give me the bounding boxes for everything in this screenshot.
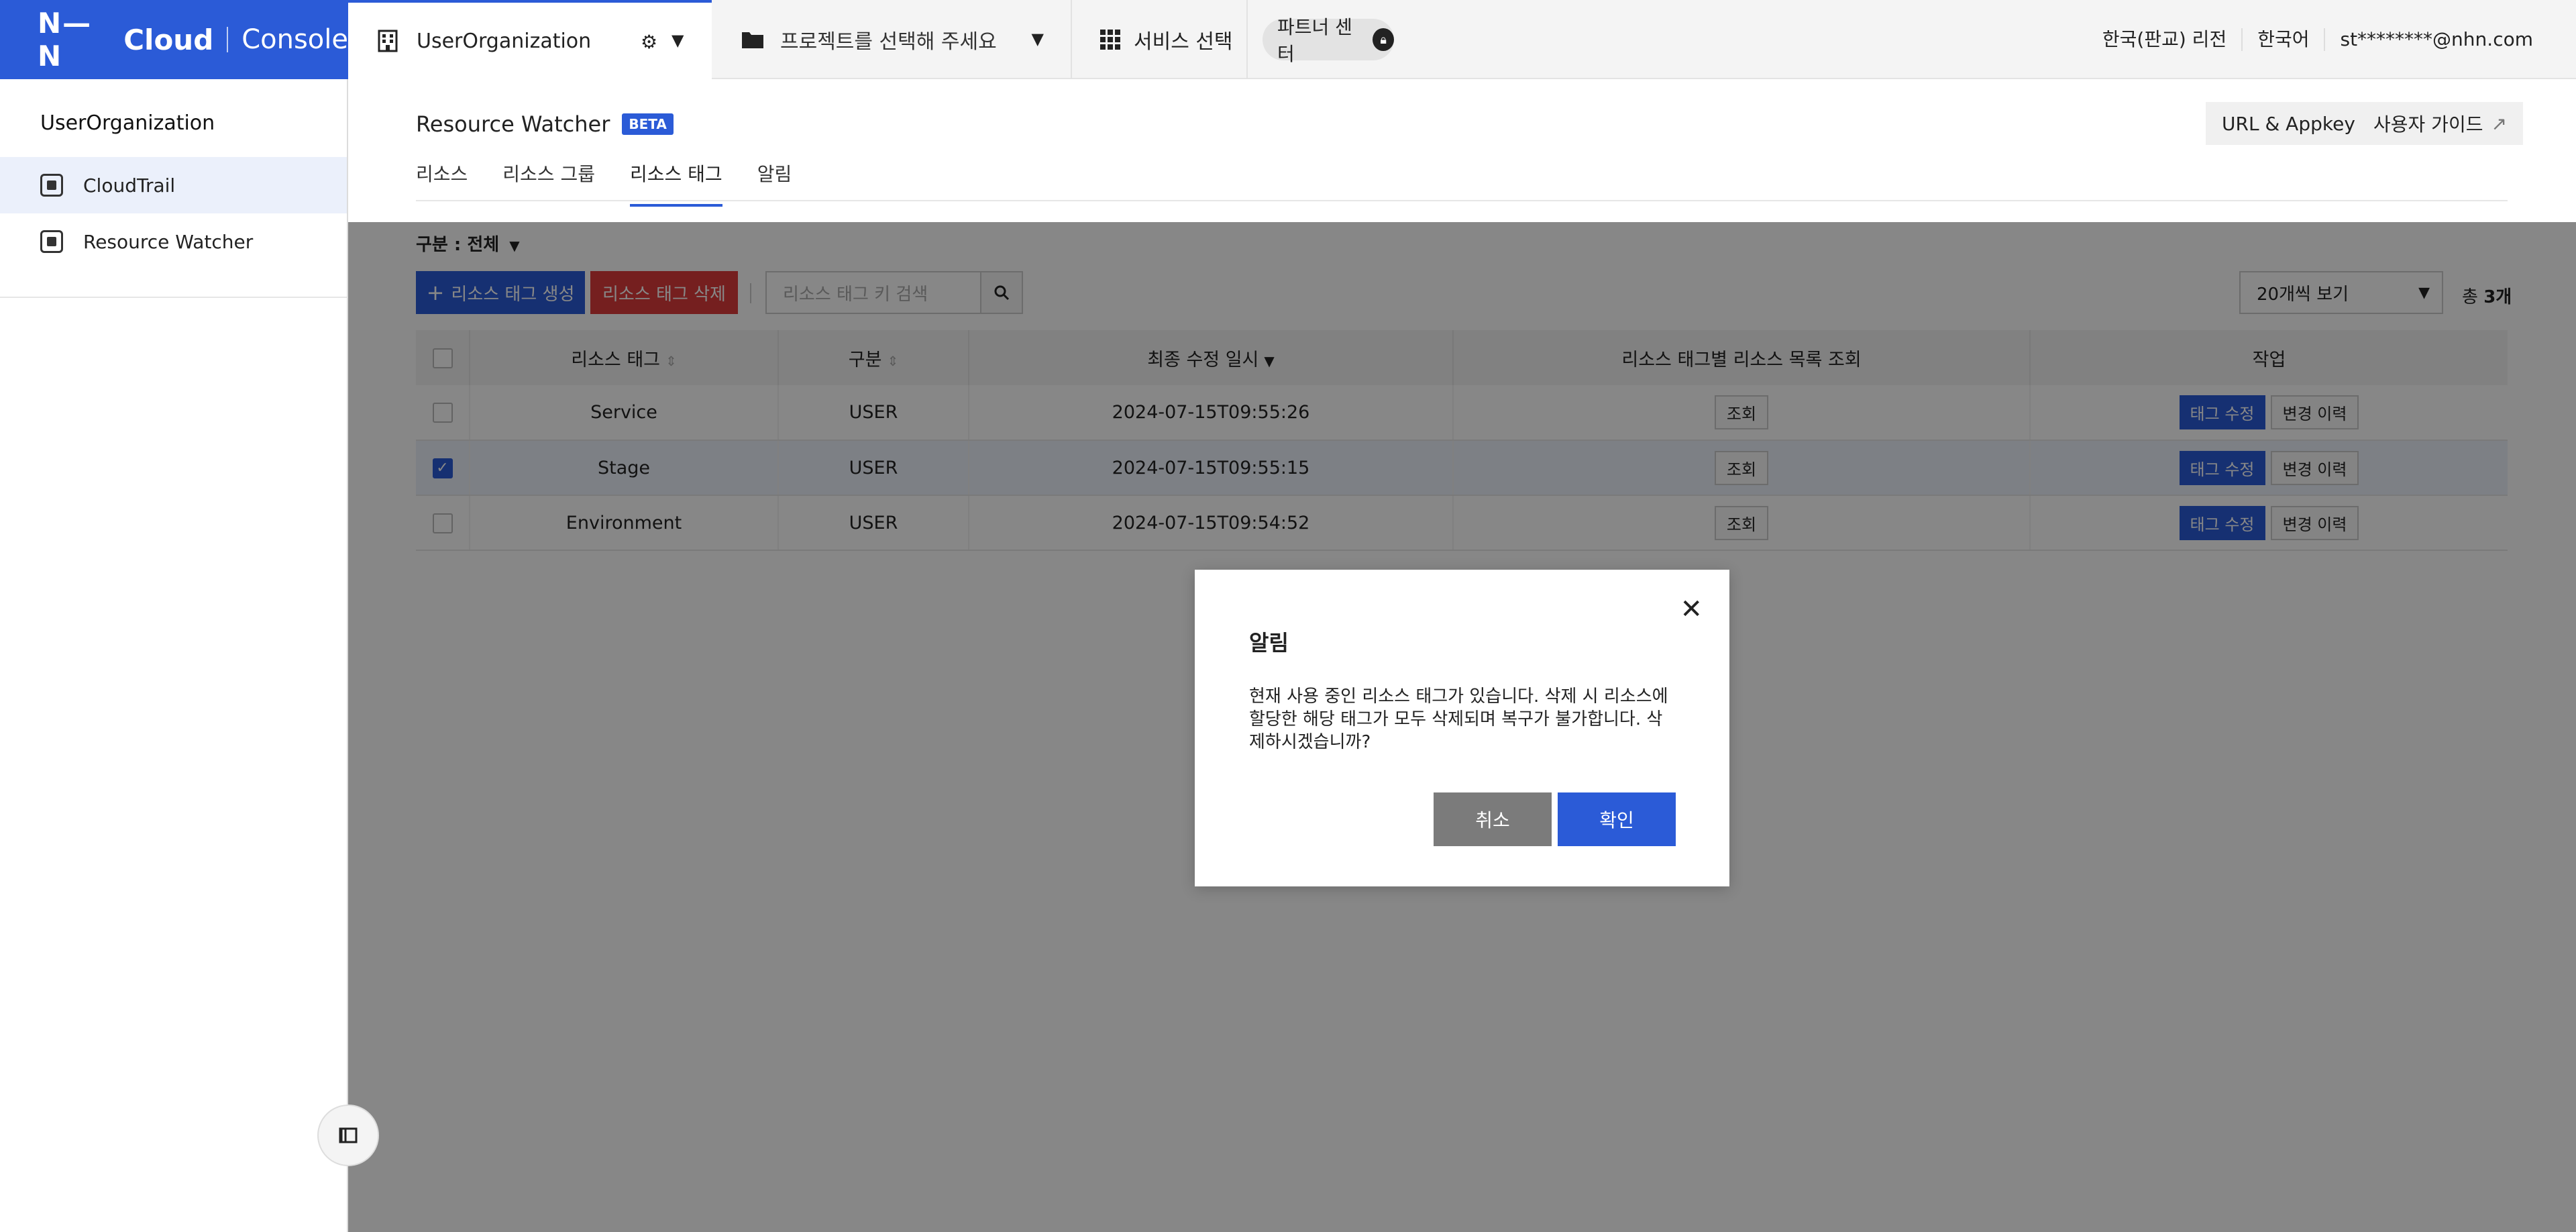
language-selector[interactable]: 한국어 — [2241, 28, 2324, 51]
folder-icon — [742, 32, 763, 48]
close-icon[interactable]: ✕ — [1680, 594, 1703, 625]
top-right-menu: 한국(판교) 리전 한국어 st********@nhn.com — [2088, 0, 2548, 79]
sidebar-item-resource-watcher[interactable]: Resource Watcher — [0, 213, 347, 270]
account-menu[interactable]: st********@nhn.com — [2324, 28, 2548, 51]
tabs-divider — [416, 200, 2508, 201]
grid-icon — [1100, 30, 1120, 50]
organization-name: UserOrganization — [417, 29, 592, 53]
sidebar-divider — [0, 297, 347, 298]
logo-console-text: Console — [241, 24, 348, 55]
project-placeholder: 프로젝트를 선택해 주세요 — [780, 30, 997, 54]
page-title-text: Resource Watcher — [416, 111, 610, 137]
nhn-cloud-logo[interactable]: N—N Cloud Console — [0, 0, 348, 79]
page-title: Resource Watcher BETA — [416, 111, 674, 137]
partner-center-button[interactable]: 파트너 센터 🔒︎ — [1263, 16, 1394, 65]
sidebar-org-title: UserOrganization — [40, 111, 215, 135]
partner-center-label: 파트너 센터 — [1277, 16, 1352, 65]
sidebar: UserOrganization CloudTrail Resource Wat… — [0, 79, 348, 1232]
beta-badge: BETA — [622, 113, 674, 135]
region-selector[interactable]: 한국(판교) 리전 — [2088, 28, 2241, 51]
logo-cloud-text: Cloud — [123, 23, 214, 56]
logo-nhn-text: N—N — [38, 7, 93, 72]
sidebar-collapse-button[interactable] — [317, 1105, 379, 1166]
user-guide-label: 사용자 가이드 — [2373, 113, 2483, 136]
cancel-button[interactable]: 취소 — [1434, 792, 1552, 846]
sidebar-item-label: CloudTrail — [83, 174, 176, 197]
dialog-message: 현재 사용 중인 리소스 태그가 있습니다. 삭제 시 리소스에 할당한 해당 … — [1249, 686, 1668, 752]
building-icon — [378, 30, 398, 52]
top-bar: N—N Cloud Console UserOrganization ⚙ ▼ 프… — [0, 0, 2576, 79]
confirm-button[interactable]: 확인 — [1558, 792, 1676, 846]
service-select-label: 서비스 선택 — [1134, 30, 1233, 54]
logo-separator — [227, 27, 229, 52]
chevron-down-icon: ▼ — [1031, 30, 1044, 48]
service-selector[interactable]: 서비스 선택 — [1073, 0, 1248, 79]
sidebar-item-cloudtrail[interactable]: CloudTrail — [0, 157, 347, 213]
lock-icon: 🔒︎ — [1373, 28, 1394, 51]
chip-icon — [40, 174, 63, 197]
sidebar-item-label: Resource Watcher — [83, 230, 254, 253]
dialog-title: 알림 — [1249, 630, 1289, 656]
sidebar-collapse-icon — [339, 1127, 358, 1143]
gear-icon[interactable]: ⚙ — [641, 31, 657, 53]
user-guide-button[interactable]: 사용자 가이드 ↗ — [2357, 102, 2523, 145]
chevron-down-icon[interactable]: ▼ — [672, 31, 684, 50]
organization-selector[interactable]: UserOrganization ⚙ ▼ — [348, 0, 712, 79]
project-selector[interactable]: 프로젝트를 선택해 주세요 ▼ — [712, 0, 1072, 79]
url-appkey-button[interactable]: URL & Appkey — [2206, 102, 2371, 145]
confirm-dialog: ✕ 알림 현재 사용 중인 리소스 태그가 있습니다. 삭제 시 리소스에 할당… — [1195, 570, 1729, 886]
external-link-icon: ↗ — [2491, 112, 2507, 135]
chip-icon — [40, 230, 63, 253]
